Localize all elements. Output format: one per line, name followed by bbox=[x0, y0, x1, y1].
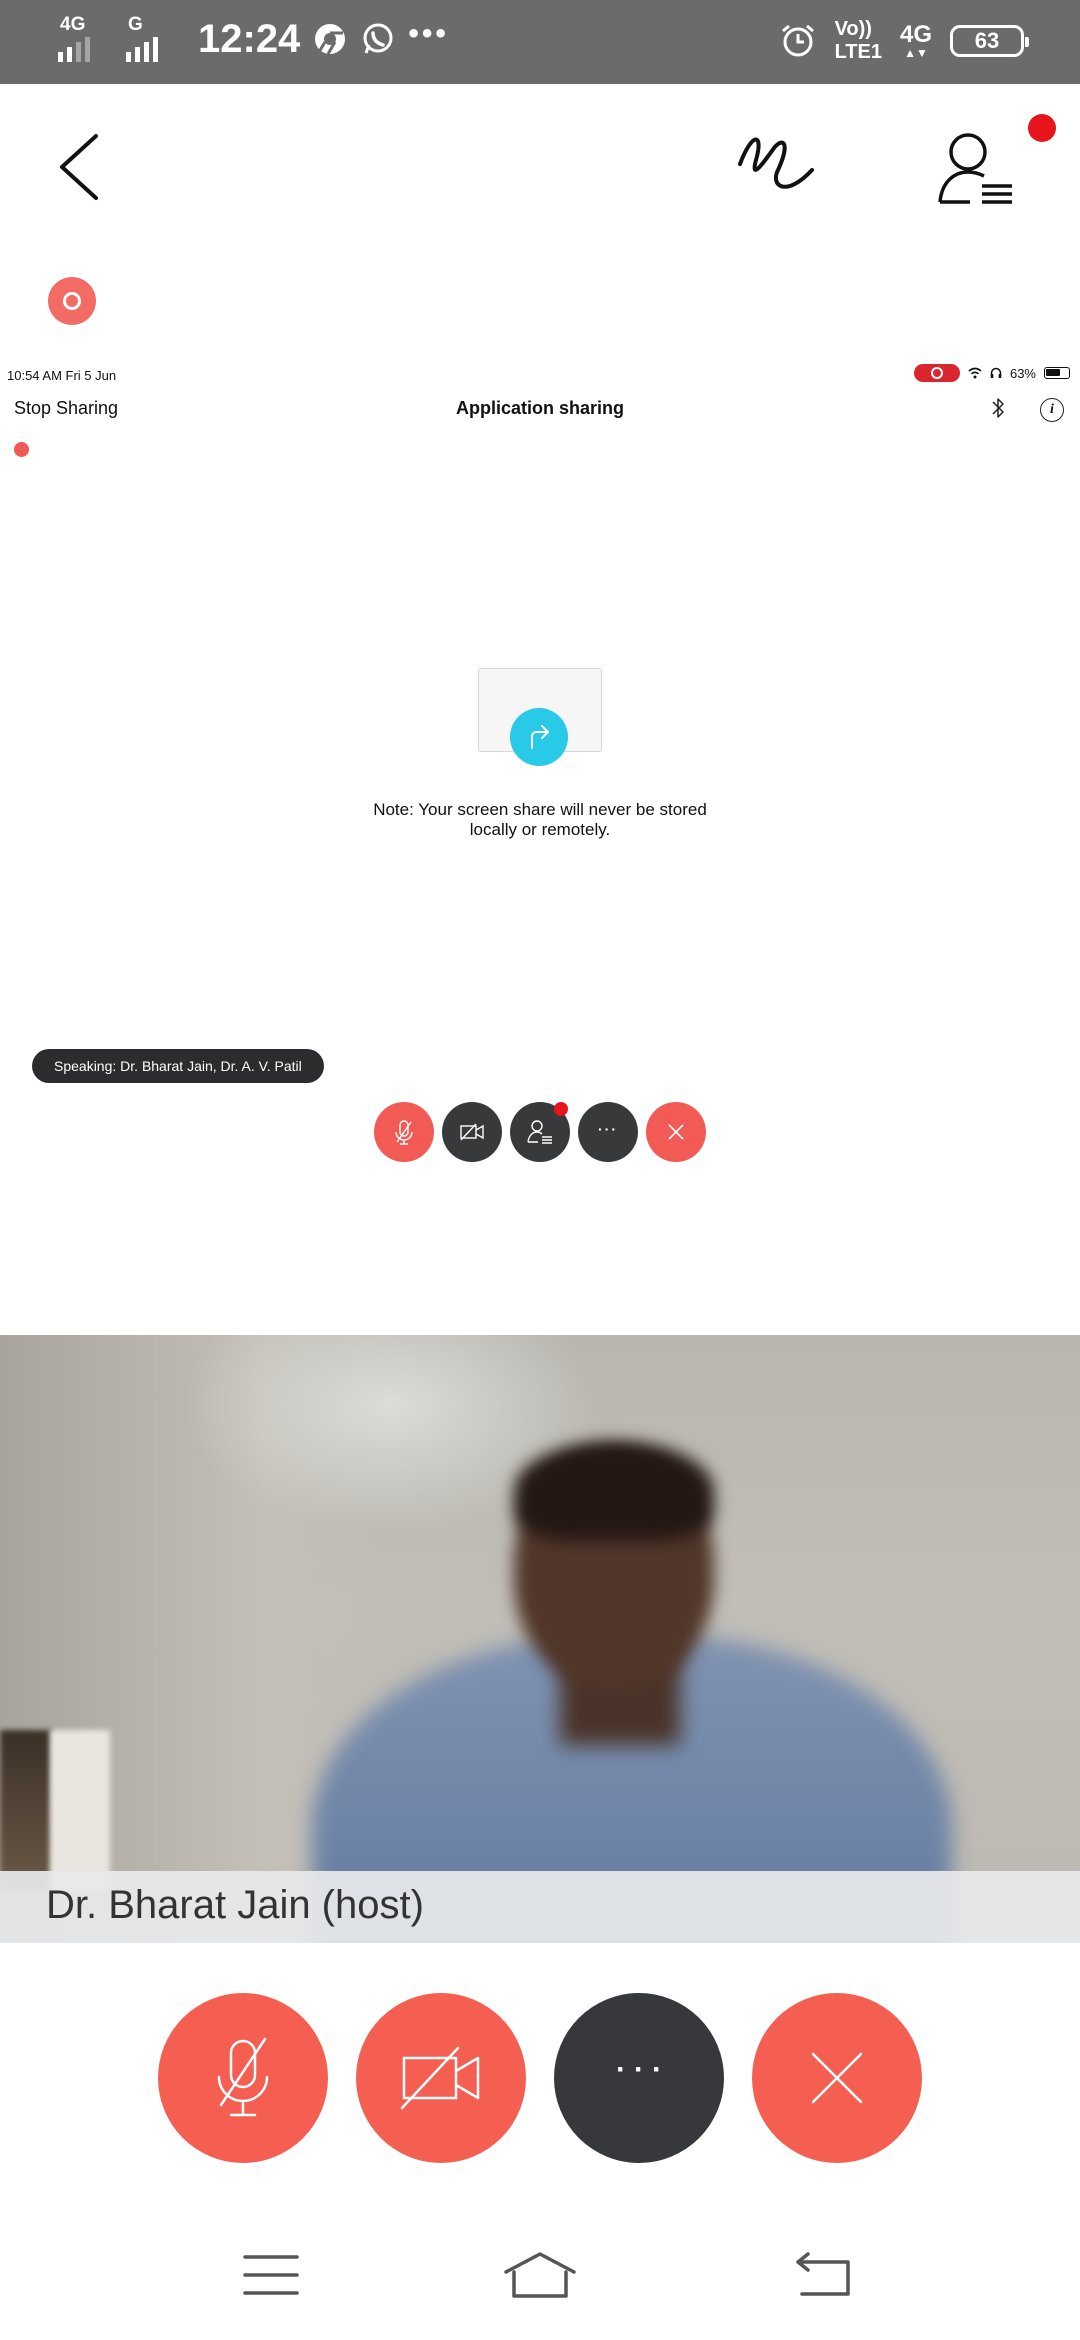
phone-status-bar: 4G G 12:24 ••• Vo)) LTE1 4G ▲▼ 63 bbox=[0, 0, 1080, 84]
mic-muted-icon bbox=[395, 1120, 413, 1145]
shared-mute-button[interactable] bbox=[374, 1102, 434, 1162]
end-call-icon bbox=[668, 1124, 684, 1140]
video-off-icon bbox=[460, 1123, 484, 1141]
alarm-icon bbox=[781, 24, 814, 57]
shared-end-call-button[interactable] bbox=[646, 1102, 706, 1162]
shared-device-status-bar: 10:54 AM Fri 5 Jun 63% bbox=[0, 360, 1080, 390]
nav-back-button[interactable] bbox=[785, 2240, 865, 2310]
chrome-icon bbox=[315, 24, 346, 55]
headphones-icon bbox=[990, 367, 1002, 378]
shared-video-button[interactable] bbox=[442, 1102, 502, 1162]
shared-battery-icon bbox=[1044, 367, 1070, 379]
video-toggle-button[interactable] bbox=[356, 1993, 526, 2163]
end-call-button[interactable] bbox=[752, 1993, 922, 2163]
participant-name: Dr. Bharat Jain (host) bbox=[46, 1883, 424, 1927]
signal-2-icon: G bbox=[126, 14, 182, 62]
recording-indicator bbox=[48, 277, 96, 325]
mic-muted-icon bbox=[217, 2037, 269, 2117]
shared-recording-dot bbox=[14, 442, 29, 457]
nav-home-button[interactable] bbox=[500, 2240, 580, 2310]
info-icon[interactable]: i bbox=[1040, 398, 1064, 422]
share-arrow-icon bbox=[531, 725, 549, 749]
shared-more-button[interactable]: ··· bbox=[578, 1102, 638, 1162]
participants-button[interactable] bbox=[936, 130, 1016, 210]
sharing-title: Application sharing bbox=[455, 398, 624, 418]
back-button[interactable] bbox=[52, 130, 104, 204]
whatsapp-icon bbox=[363, 23, 393, 54]
shared-meeting-controls: ··· bbox=[374, 1102, 706, 1162]
clock: 12:24 bbox=[198, 16, 301, 61]
network-type-1: 4G bbox=[60, 14, 86, 35]
speaking-indicator: Speaking: Dr. Bharat Jain, Dr. A. V. Pat… bbox=[32, 1049, 324, 1083]
annotate-button[interactable] bbox=[734, 126, 818, 204]
back-nav-icon bbox=[796, 2252, 850, 2296]
mobile-data-indicator: 4G ▲▼ bbox=[899, 21, 932, 60]
shared-notification-dot bbox=[554, 1102, 568, 1116]
shared-device-battery-text: 63% bbox=[1009, 365, 1036, 381]
menu-icon bbox=[243, 2255, 299, 2295]
more-icon: ··· bbox=[598, 1121, 618, 1137]
more-notifications-icon: ••• bbox=[408, 17, 449, 50]
participant-video[interactable]: Dr. Bharat Jain (host) bbox=[0, 1335, 1080, 1943]
more-icon: ··· bbox=[616, 2053, 670, 2086]
more-options-button[interactable]: ··· bbox=[554, 1993, 724, 2163]
participant-name-bar: Dr. Bharat Jain (host) bbox=[0, 1871, 1080, 1943]
nav-menu-button[interactable] bbox=[231, 2240, 311, 2310]
shared-device-time: 10:54 AM Fri 5 Jun bbox=[7, 368, 117, 383]
start-share-button[interactable] bbox=[510, 708, 568, 766]
end-call-icon bbox=[811, 2052, 863, 2104]
shared-recording-icon bbox=[913, 364, 960, 382]
participants-icon bbox=[527, 1120, 552, 1144]
video-off-icon bbox=[400, 2046, 480, 2110]
mute-button[interactable] bbox=[158, 1993, 328, 2163]
shared-participants-button[interactable] bbox=[510, 1102, 570, 1162]
bluetooth-icon[interactable] bbox=[990, 396, 1006, 420]
notification-badge bbox=[1028, 114, 1056, 142]
home-icon bbox=[504, 2252, 576, 2298]
volte-indicator: Vo)) LTE1 bbox=[834, 18, 882, 63]
network-type-2: G bbox=[128, 14, 143, 35]
signal-1-icon: 4G bbox=[58, 14, 114, 62]
share-privacy-note: Note: Your screen share will never be st… bbox=[373, 800, 707, 839]
shared-screen: 10:54 AM Fri 5 Jun 63% Stop Sharing Appl… bbox=[0, 360, 1080, 1340]
wifi-icon bbox=[968, 367, 982, 379]
battery-indicator: 63 bbox=[950, 25, 1029, 57]
